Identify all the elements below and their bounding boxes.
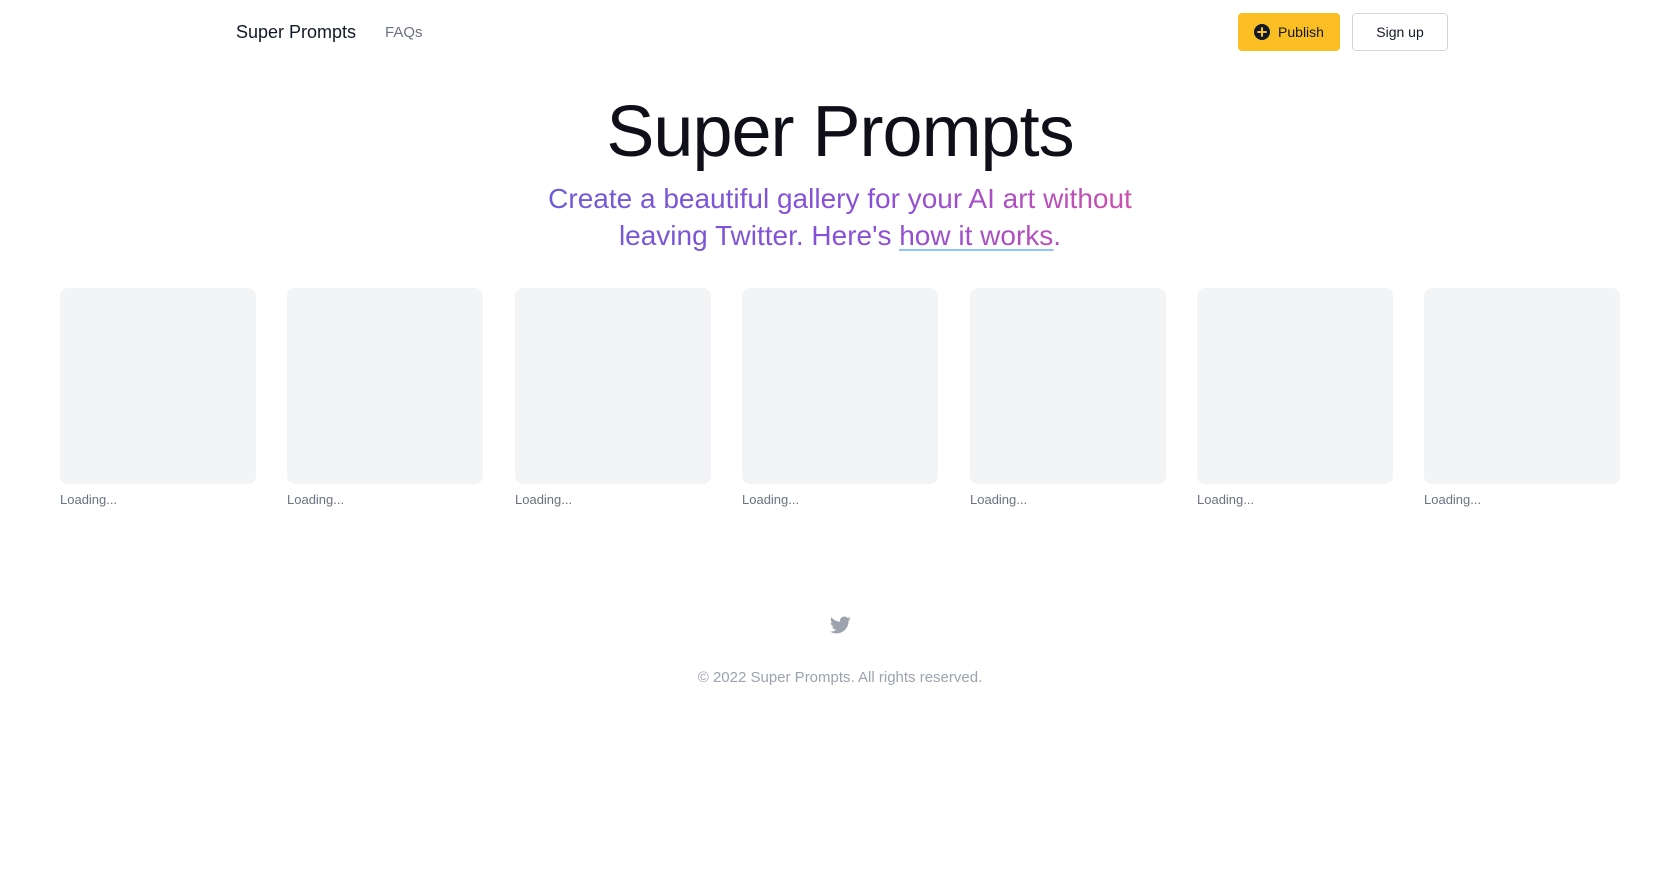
plus-circle-icon — [1254, 24, 1271, 40]
signup-button[interactable]: Sign up — [1352, 13, 1448, 51]
loading-caption: Loading... — [60, 492, 118, 507]
publish-button[interactable]: Publish — [1238, 13, 1340, 51]
image-placeholder — [287, 288, 483, 484]
loading-caption: Loading... — [287, 492, 345, 507]
image-placeholder — [970, 288, 1166, 484]
image-placeholder — [742, 288, 938, 484]
publish-button-label: Publish — [1278, 24, 1324, 40]
hero-section: Super Prompts Create a beautiful gallery… — [0, 90, 1680, 254]
hero-subtitle-period: . — [1053, 220, 1062, 251]
image-placeholder — [60, 288, 256, 484]
gallery-card[interactable]: Loading... — [1424, 288, 1620, 507]
gallery-card[interactable]: Loading... — [60, 288, 256, 507]
how-it-works-link[interactable]: how it works — [899, 220, 1053, 251]
brand-link[interactable]: Super Prompts — [236, 22, 356, 43]
twitter-icon[interactable] — [829, 614, 851, 636]
gallery-card[interactable]: Loading... — [970, 288, 1166, 507]
loading-caption: Loading... — [742, 492, 800, 507]
loading-caption: Loading... — [515, 492, 573, 507]
gallery-card[interactable]: Loading... — [515, 288, 711, 507]
prompt-gallery: Loading... Loading... Loading... Loading… — [60, 288, 1620, 508]
gallery-card[interactable]: Loading... — [742, 288, 938, 507]
loading-caption: Loading... — [1197, 492, 1255, 507]
copyright-text: © 2022 Super Prompts. All rights reserve… — [697, 669, 983, 686]
hero-subtitle: Create a beautiful gallery for your AI a… — [520, 180, 1160, 254]
gallery-card[interactable]: Loading... — [1197, 288, 1393, 507]
loading-caption: Loading... — [1424, 492, 1482, 507]
gallery-card[interactable]: Loading... — [287, 288, 483, 507]
loading-caption: Loading... — [970, 492, 1028, 507]
nav-link-faqs[interactable]: FAQs — [385, 24, 423, 41]
image-placeholder — [1424, 288, 1620, 484]
top-navigation: Super Prompts FAQs Publish Sign up — [0, 0, 1680, 64]
image-placeholder — [1197, 288, 1393, 484]
image-placeholder — [515, 288, 711, 484]
page-title: Super Prompts — [606, 92, 1074, 172]
